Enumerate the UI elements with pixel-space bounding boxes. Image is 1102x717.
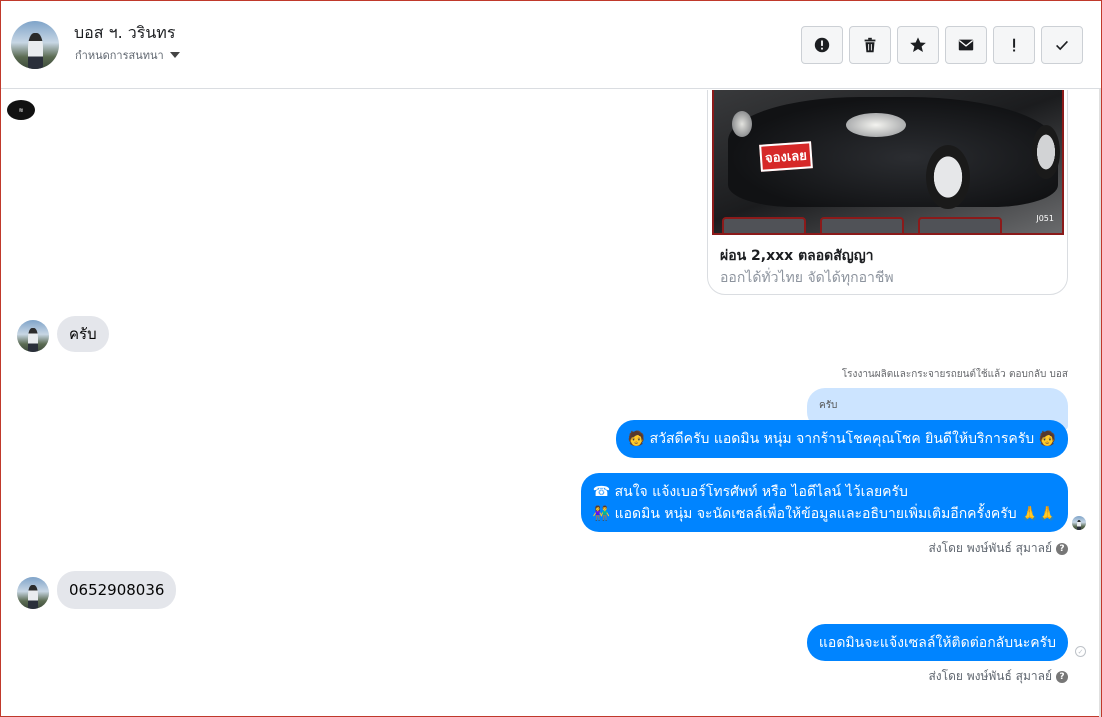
seen-indicator-avatar bbox=[1072, 516, 1086, 530]
message-thread[interactable]: ≋ จองเลย J051 ผ่อน 2,xxx ตลอดสัญญา ออกได… bbox=[1, 90, 1101, 716]
outgoing-message[interactable]: 🧑 สวัสดีครับ แอดมิน หนุ่ม จากร้านโชคคุณโ… bbox=[615, 420, 1068, 458]
mark-spam-button[interactable] bbox=[801, 26, 843, 64]
image-code: J051 bbox=[1036, 214, 1054, 223]
help-icon[interactable]: ? bbox=[1056, 670, 1068, 683]
sent-check-icon: ✓ bbox=[1075, 646, 1086, 657]
conversation-toolbar bbox=[801, 26, 1083, 64]
outgoing-message-line: ☎ สนใจ แจ้งเบอร์โทรศัพท์ หรือ ไอดีไลน์ ไ… bbox=[592, 483, 908, 500]
conversation-settings-label: กำหนดการสนทนา bbox=[75, 49, 164, 62]
product-card-title: ผ่อน 2,xxx ตลอดสัญญา bbox=[720, 248, 874, 264]
sent-by-label: ส่งโดย พงษ์พันธ์ สุมาลย์ bbox=[928, 541, 1052, 555]
envelope-icon bbox=[958, 39, 974, 51]
scrollbar[interactable] bbox=[1099, 89, 1101, 717]
help-icon[interactable]: ? bbox=[1056, 542, 1068, 555]
product-card[interactable]: จองเลย J051 ผ่อน 2,xxx ตลอดสัญญา ออกได้ท… bbox=[707, 90, 1068, 295]
caret-down-icon bbox=[169, 52, 180, 58]
sender-avatar bbox=[17, 577, 49, 609]
car-headlight-right bbox=[846, 113, 906, 137]
outgoing-message[interactable]: แอดมินจะแจ้งเซลล์ให้ติดต่อกลับนะครับ bbox=[806, 624, 1068, 661]
car-headlight-left bbox=[732, 111, 752, 137]
star-icon bbox=[910, 37, 926, 53]
exclamation-icon bbox=[1013, 38, 1016, 52]
incoming-message[interactable]: 0652908036 bbox=[57, 571, 177, 609]
car-wheel bbox=[926, 145, 970, 209]
conversation-header: บอส ฯ. วรินทร กำหนดการสนทนา bbox=[1, 1, 1101, 89]
product-card-image[interactable]: จองเลย J051 bbox=[712, 90, 1064, 235]
star-button[interactable] bbox=[897, 26, 939, 64]
contact-name[interactable]: บอส ฯ. วรินทร bbox=[74, 21, 175, 46]
mark-unread-button[interactable] bbox=[945, 26, 987, 64]
sender-avatar bbox=[17, 320, 49, 352]
outgoing-message-line: 👫 แอดมิน หนุ่ม จะนัดเซลล์เพื่อให้ข้อมูลแ… bbox=[592, 505, 1056, 522]
car-wheel-rear bbox=[1032, 125, 1060, 179]
book-now-stamp: จองเลย bbox=[759, 141, 813, 172]
alert-circle-icon bbox=[814, 37, 830, 53]
sent-by-info: ส่งโดย พงษ์พันธ์ สุมาลย์ ? bbox=[928, 539, 1068, 558]
follow-up-button[interactable] bbox=[993, 26, 1035, 64]
outgoing-message-text: แอดมินจะแจ้งเซลล์ให้ติดต่อกลับนะครับ bbox=[818, 634, 1056, 651]
contact-avatar[interactable] bbox=[11, 21, 59, 69]
page-logo-avatar: ≋ bbox=[7, 100, 35, 120]
outgoing-message-text: 🧑 สวัสดีครับ แอดมิน หนุ่ม จากร้านโชคคุณโ… bbox=[627, 431, 1056, 447]
incoming-message[interactable]: ครับ bbox=[57, 316, 109, 352]
conversation-settings-dropdown[interactable]: กำหนดการสนทนา bbox=[75, 46, 180, 64]
outgoing-message[interactable]: ☎ สนใจ แจ้งเบอร์โทรศัพท์ หรือ ไอดีไลน์ ไ… bbox=[580, 473, 1068, 532]
product-card-subtitle: ออกได้ทั่วไทย จัดได้ทุกอาชีพ bbox=[720, 270, 894, 286]
delete-button[interactable] bbox=[849, 26, 891, 64]
sent-by-label: ส่งโดย พงษ์พันธ์ สุมาลย์ bbox=[928, 669, 1052, 683]
reply-context: โรงงานผลิตและกระจายรถยนต์ใช้แล้ว ตอบกลับ… bbox=[841, 369, 1068, 380]
image-thumbnails bbox=[722, 217, 1002, 233]
mark-done-button[interactable] bbox=[1041, 26, 1083, 64]
checkmark-icon bbox=[1056, 40, 1068, 51]
sent-by-info: ส่งโดย พงษ์พันธ์ สุมาลย์ ? bbox=[928, 667, 1068, 686]
trash-icon bbox=[864, 37, 876, 53]
